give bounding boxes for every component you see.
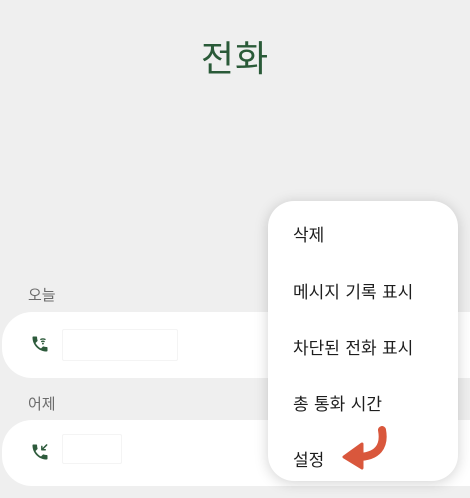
- menu-item-settings[interactable]: 설정: [293, 446, 324, 471]
- curved-arrow-left-icon: [342, 426, 387, 470]
- phone-app-screen: 전화 오늘 어제 삭제 메시지 기록 표시 차단된 전화 표시 총 통화 시간 …: [0, 0, 470, 498]
- wifi-call-icon: [32, 336, 48, 352]
- contact-name-redacted: [62, 329, 178, 361]
- menu-item-show-message-history[interactable]: 메시지 기록 표시: [293, 278, 413, 303]
- page-title: 전화: [200, 39, 270, 80]
- menu-item-delete[interactable]: 삭제: [293, 221, 324, 246]
- menu-item-show-blocked-calls[interactable]: 차단된 전화 표시: [293, 334, 413, 359]
- menu-item-total-call-time[interactable]: 총 통화 시간: [293, 390, 382, 415]
- section-label-yesterday: 어제: [28, 395, 56, 413]
- incoming-call-icon: [32, 444, 48, 460]
- contact-name-redacted: [62, 434, 122, 464]
- section-label-today: 오늘: [28, 286, 56, 304]
